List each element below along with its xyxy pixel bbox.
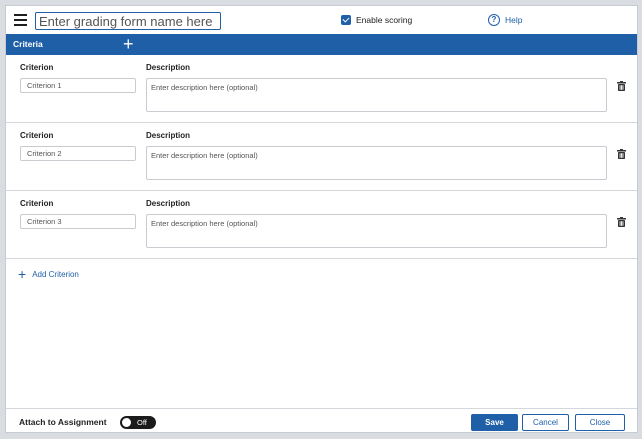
trash-icon[interactable] xyxy=(617,149,626,159)
criterion-row: Criterion Description xyxy=(6,191,637,259)
toggle-knob xyxy=(122,418,131,427)
description-label: Description xyxy=(146,199,191,208)
add-criterion-label: Add Criterion xyxy=(32,269,79,279)
header-bar: Enable scoring ? Help xyxy=(6,6,637,34)
criterion-row: Criterion Description xyxy=(6,55,637,123)
help-label: Help xyxy=(505,15,523,25)
grading-form-name-input[interactable] xyxy=(35,12,221,30)
enable-scoring-label: Enable scoring xyxy=(356,15,413,25)
criterion-name-input[interactable] xyxy=(20,78,136,93)
criteria-title: Criteria xyxy=(13,39,43,49)
criterion-description-input[interactable] xyxy=(146,78,607,112)
criterion-row: Criterion Description xyxy=(6,123,637,191)
description-label: Description xyxy=(146,131,191,140)
footer-bar: Attach to Assignment Off Save Cancel Clo… xyxy=(6,408,637,434)
criterion-label: Criterion xyxy=(20,199,54,208)
criterion-name-input[interactable] xyxy=(20,146,136,161)
trash-icon[interactable] xyxy=(617,81,626,91)
cancel-button[interactable]: Cancel xyxy=(522,414,569,431)
save-button[interactable]: Save xyxy=(471,414,518,431)
criterion-name-input[interactable] xyxy=(20,214,136,229)
plus-icon[interactable]: + xyxy=(123,34,134,54)
help-link[interactable]: ? Help xyxy=(488,14,522,26)
criterion-label: Criterion xyxy=(20,63,54,72)
hamburger-menu-icon[interactable] xyxy=(14,14,27,26)
grading-form-dialog: Enable scoring ? Help Criteria + Criteri… xyxy=(5,5,638,433)
close-button[interactable]: Close xyxy=(575,414,625,431)
plus-icon: + xyxy=(18,266,27,282)
question-circle-icon: ? xyxy=(488,14,500,26)
trash-icon[interactable] xyxy=(617,217,626,227)
criteria-bar: Criteria + xyxy=(6,34,637,55)
attach-to-assignment-toggle[interactable]: Off xyxy=(120,416,156,429)
criterion-description-input[interactable] xyxy=(146,214,607,248)
criterion-label: Criterion xyxy=(20,131,54,140)
enable-scoring-toggle[interactable]: Enable scoring xyxy=(341,15,412,25)
add-criterion-button[interactable]: + Add Criterion xyxy=(18,266,79,282)
checkbox-checked-icon[interactable] xyxy=(341,15,351,25)
attach-to-assignment-label: Attach to Assignment xyxy=(19,417,107,427)
description-label: Description xyxy=(146,63,191,72)
criterion-description-input[interactable] xyxy=(146,146,607,180)
toggle-state-label: Off xyxy=(137,418,147,427)
